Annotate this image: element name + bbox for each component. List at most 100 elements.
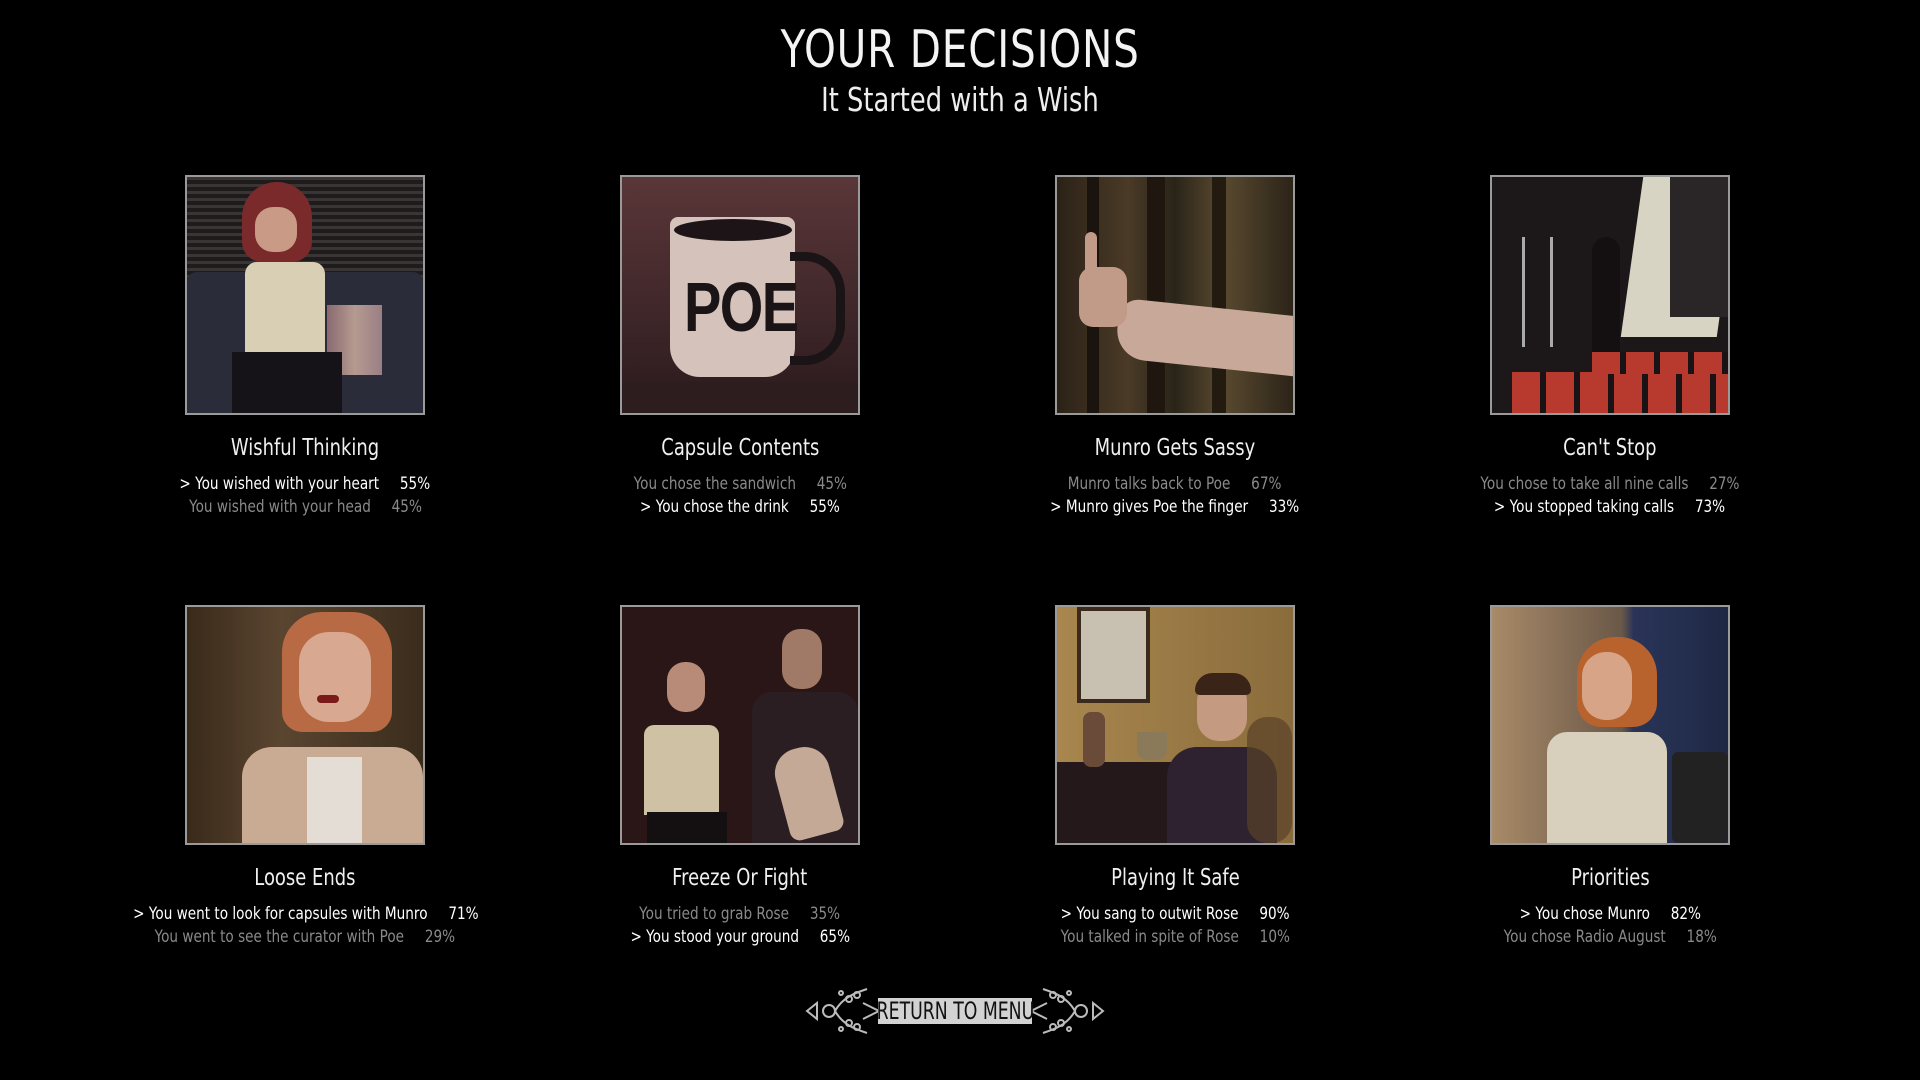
option-text: You went to look for capsules with Munro: [148, 904, 428, 924]
decision-title: Loose Ends: [90, 863, 520, 893]
option-percent: 73%: [1695, 497, 1726, 517]
decision-title: Capsule Contents: [525, 433, 955, 463]
option-percent: 45%: [816, 474, 847, 494]
option-text: You wished with your heart: [195, 474, 380, 494]
option-percent: 82%: [1670, 904, 1701, 924]
option-text: You talked in spite of Rose: [1060, 927, 1239, 947]
option-text: You tried to grab Rose: [639, 904, 790, 924]
decision-option-selected: > Munro gives Poe the finger 33%: [960, 496, 1390, 519]
option-text: You chose the sandwich: [633, 474, 796, 494]
decision-card: POE Capsule Contents You chose the sandwic…: [525, 175, 955, 519]
page-subtitle-text: It Started with a Wish: [821, 80, 1099, 119]
decision-options: You tried to grab Rose 35% > You stood you…: [525, 903, 955, 949]
decision-title-text: Can't Stop: [1563, 435, 1657, 461]
selected-marker-icon: >: [1060, 904, 1072, 924]
option-percent: 67%: [1251, 474, 1282, 494]
decision-title: Priorities: [1395, 863, 1825, 893]
decision-title-text: Munro Gets Sassy: [1094, 435, 1256, 461]
decision-thumbnail-radio-mixing-board: [1490, 175, 1730, 415]
decision-card: Freeze Or Fight You tried to grab Rose 35%…: [525, 605, 955, 949]
option-text: You chose to take all nine calls: [1480, 474, 1689, 494]
option-text: You went to see the curator with Poe: [154, 927, 405, 947]
decision-title: Freeze Or Fight: [525, 863, 955, 893]
decision-option-selected: > You stood your ground 65%: [525, 926, 955, 949]
decision-title-text: Wishful Thinking: [230, 435, 380, 461]
option-percent: 55%: [809, 497, 840, 517]
option-text: You chose Radio August: [1503, 927, 1666, 947]
decision-card: Priorities > You chose Munro 82% You chose …: [1395, 605, 1825, 949]
option-percent: 90%: [1259, 904, 1290, 924]
option-percent: 65%: [819, 927, 850, 947]
decision-option: You chose Radio August 18%: [1395, 926, 1825, 949]
option-percent: 35%: [810, 904, 841, 924]
selected-marker-icon: >: [1519, 904, 1531, 924]
page-title: YOUR DECISIONS: [0, 20, 1920, 80]
decision-thumbnail-man-at-piano: [1055, 605, 1295, 845]
option-percent: 71%: [448, 904, 479, 924]
decision-card: Playing It Safe > You sang to outwit Rose…: [960, 605, 1390, 949]
decision-options: You chose the sandwich 45% > You chose the…: [525, 473, 955, 519]
return-to-menu-button[interactable]: RETURN TO MENU: [803, 975, 1107, 1045]
selected-marker-icon: >: [133, 904, 145, 924]
decision-option-selected: > You stopped taking calls 73%: [1395, 496, 1825, 519]
decision-option: You went to see the curator with Poe 29%: [90, 926, 520, 949]
decision-thumbnail-woman-sitting-on-couch: [185, 175, 425, 415]
decision-thumbnail-hand-gesture-forest: [1055, 175, 1295, 415]
option-percent: 45%: [391, 497, 422, 517]
decision-title: Playing It Safe: [960, 863, 1390, 893]
decision-thumbnail-woman-in-trench-coat-forest: [185, 605, 425, 845]
decision-option-selected: > You wished with your heart 55%: [90, 473, 520, 496]
decision-options: You chose to take all nine calls 27% > You…: [1395, 473, 1825, 519]
decision-option: Munro talks back to Poe 67%: [960, 473, 1390, 496]
decision-thumbnail-poe-mug: POE: [620, 175, 860, 415]
option-text: Munro talks back to Poe: [1068, 474, 1231, 494]
decision-card: Can't Stop You chose to take all nine cal…: [1395, 175, 1825, 519]
option-percent: 29%: [425, 927, 456, 947]
option-percent: 27%: [1709, 474, 1740, 494]
decision-title-text: Loose Ends: [254, 865, 356, 891]
decision-option-selected: > You chose the drink 55%: [525, 496, 955, 519]
decision-options: > You went to look for capsules with Mun…: [90, 903, 520, 949]
decision-option-selected: > You went to look for capsules with Mun…: [90, 903, 520, 926]
option-text: You sang to outwit Rose: [1076, 904, 1239, 924]
option-text: You stood your ground: [645, 927, 799, 947]
decision-title: Can't Stop: [1395, 433, 1825, 463]
selected-marker-icon: >: [179, 474, 191, 494]
selected-marker-icon: >: [630, 927, 642, 947]
decision-card: Loose Ends > You went to look for capsule…: [90, 605, 520, 949]
decision-card: Munro Gets Sassy Munro talks back to Poe 6…: [960, 175, 1390, 519]
decision-options: > You wished with your heart 55% You wishe…: [90, 473, 520, 519]
decision-title-text: Capsule Contents: [660, 435, 820, 461]
option-text: You chose the drink: [655, 497, 789, 517]
decision-title: Wishful Thinking: [90, 433, 520, 463]
decision-options: > You sang to outwit Rose 90% You talked i…: [960, 903, 1390, 949]
decision-card: Wishful Thinking > You wished with your h…: [90, 175, 520, 519]
option-percent: 18%: [1686, 927, 1717, 947]
page-title-text: YOUR DECISIONS: [780, 20, 1140, 80]
decision-options: Munro talks back to Poe 67% > Munro gives …: [960, 473, 1390, 519]
decision-title-text: Freeze Or Fight: [672, 865, 808, 891]
decision-title-text: Priorities: [1570, 865, 1650, 891]
option-text: You chose Munro: [1535, 904, 1650, 924]
option-text: Munro gives Poe the finger: [1066, 497, 1249, 517]
option-percent: 33%: [1269, 497, 1300, 517]
selected-marker-icon: >: [640, 497, 652, 517]
selected-marker-icon: >: [1494, 497, 1506, 517]
selected-marker-icon: >: [1050, 497, 1062, 517]
decision-option: You wished with your head 45%: [90, 496, 520, 519]
decision-thumbnail-woman-looking-over-shoulder: [1490, 605, 1730, 845]
decision-thumbnail-couple-with-raised-hand: [620, 605, 860, 845]
decision-option-selected: > You sang to outwit Rose 90%: [960, 903, 1390, 926]
page-subtitle: It Started with a Wish: [0, 80, 1920, 119]
decision-option-selected: > You chose Munro 82%: [1395, 903, 1825, 926]
option-percent: 55%: [400, 474, 431, 494]
decision-option: You chose the sandwich 45%: [525, 473, 955, 496]
decision-options: > You chose Munro 82% You chose Radio Augu…: [1395, 903, 1825, 949]
decision-title-text: Playing It Safe: [1110, 865, 1240, 891]
return-to-menu-label: RETURN TO MENU: [876, 997, 1034, 1025]
decision-option: You talked in spite of Rose 10%: [960, 926, 1390, 949]
option-text: You wished with your head: [188, 497, 371, 517]
decision-title: Munro Gets Sassy: [960, 433, 1390, 463]
option-percent: 10%: [1259, 927, 1290, 947]
decision-option: You tried to grab Rose 35%: [525, 903, 955, 926]
